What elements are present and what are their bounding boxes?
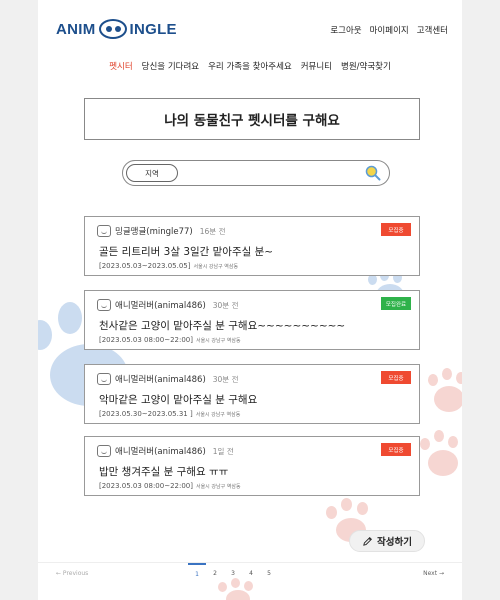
nav-item-hospital[interactable]: 병원/약국찾기 [341,56,391,82]
top-links: 로그아웃 마이페이지 고객센터 [330,24,448,36]
post-location: 서울시 강남구 역삼동 [195,484,241,490]
status-badge: 모집중 [381,223,411,236]
previous-page-link[interactable]: ← Previous [56,570,88,577]
logo-paw-icon [98,19,127,39]
search-icon[interactable] [365,165,381,181]
page-number[interactable]: 3 [224,563,242,583]
post-card[interactable]: 애니멀러버(animal486) 30분 전 모집중 악마같은 고양이 맡아주실… [84,364,420,424]
page-number[interactable]: 1 [188,563,206,583]
post-location: 서울시 강남구 역삼동 [193,264,239,270]
post-period: [2023.05.03 08:00~22:00] [99,336,193,344]
logo-text-right: INGLE [129,20,177,38]
nav-item-community[interactable]: 커뮤니티 [301,56,332,82]
status-badge: 모집중 [381,371,411,384]
avatar-icon [97,299,111,311]
page-number[interactable]: 5 [260,563,278,583]
pagination: ← Previous 1 2 3 4 5 Next → [38,562,462,584]
post-period: [2023.05.03 08:00~22:00] [99,482,193,490]
logo[interactable]: ANIM INGLE [56,18,177,40]
post-author: 밍글맹글(mingle77) [115,227,193,237]
mypage-link[interactable]: 마이페이지 [370,24,409,36]
post-period: [2023.05.03~2023.05.05] [99,262,191,270]
avatar-icon [97,225,111,237]
search-bar[interactable]: 지역 [122,160,390,186]
avatar-icon [97,445,111,457]
post-author-row: 애니멀러버(animal486) 30분 전 [97,372,239,386]
status-badge: 모집완료 [381,297,411,310]
post-author-row: 밍글맹글(mingle77) 16분 전 [97,224,225,238]
pencil-icon [363,536,373,546]
post-title[interactable]: 골든 리트리버 3살 3일간 맡아주실 분~ [99,244,273,259]
paw-decoration-pink-right-lower [418,430,462,480]
page-number[interactable]: 2 [206,563,224,583]
logout-link[interactable]: 로그아웃 [330,24,361,36]
post-title[interactable]: 밥만 챙겨주실 분 구해요 ㅠㅠ [99,464,228,479]
nav-item-waiting[interactable]: 당신을 기다려요 [142,56,199,82]
post-author: 애니멀러버(animal486) [115,375,206,385]
post-period: [2023.05.30~2023.05.31 ] [99,410,193,418]
post-meta: [2023.05.03 08:00~22:00] 서울시 강남구 역삼동 [99,336,241,344]
header: ANIM INGLE 로그아웃 마이페이지 고객센터 [38,0,462,56]
status-badge: 모집중 [381,443,411,456]
post-meta: [2023.05.30~2023.05.31 ] 서울시 강남구 역삼동 [99,410,240,418]
avatar-icon [97,373,111,385]
post-meta: [2023.05.03 08:00~22:00] 서울시 강남구 역삼동 [99,482,241,490]
page-title: 나의 동물친구 펫시터를 구해요 [84,98,420,140]
customer-center-link[interactable]: 고객센터 [417,24,448,36]
page: ANIM INGLE 로그아웃 마이페이지 고객센터 펫시터 당신을 기다려요 … [38,0,462,600]
paw-decoration-pink-right [428,368,462,416]
post-time: 30분 전 [212,300,239,310]
post-location: 서울시 강남구 역삼동 [195,338,241,344]
page-numbers: 1 2 3 4 5 [188,563,278,583]
post-time: 1일 전 [212,446,234,456]
post-location: 서울시 강남구 역삼동 [195,412,241,418]
next-page-link[interactable]: Next → [423,570,444,577]
post-card[interactable]: 밍글맹글(mingle77) 16분 전 모집중 골든 리트리버 3살 3일간 … [84,216,420,276]
post-card[interactable]: 애니멀러버(animal486) 30분 전 모집완료 천사같은 고양이 맡아주… [84,290,420,350]
post-meta: [2023.05.03~2023.05.05] 서울시 강남구 역삼동 [99,262,238,270]
post-title[interactable]: 악마같은 고양이 맡아주실 분 구해요 [99,392,257,407]
post-author-row: 애니멀러버(animal486) 1일 전 [97,444,234,458]
main-nav: 펫시터 당신을 기다려요 우리 가족을 찾아주세요 커뮤니티 병원/약국찾기 [38,56,462,82]
region-filter-chip[interactable]: 지역 [126,164,178,182]
page-number[interactable]: 4 [242,563,260,583]
post-time: 16분 전 [199,226,226,236]
post-card[interactable]: 애니멀러버(animal486) 1일 전 모집중 밥만 챙겨주실 분 구해요 … [84,436,420,496]
logo-text-left: ANIM [56,20,96,38]
write-post-label: 작성하기 [377,537,412,548]
post-time: 30분 전 [212,374,239,384]
write-post-button[interactable]: 작성하기 [349,530,425,552]
post-title[interactable]: 천사같은 고양이 맡아주실 분 구해요~~~~~~~~~~ [99,318,345,333]
post-author: 애니멀러버(animal486) [115,447,206,457]
nav-item-petsitter[interactable]: 펫시터 [109,56,132,82]
post-author-row: 애니멀러버(animal486) 30분 전 [97,298,239,312]
nav-item-find-family[interactable]: 우리 가족을 찾아주세요 [208,56,292,82]
post-author: 애니멀러버(animal486) [115,301,206,311]
